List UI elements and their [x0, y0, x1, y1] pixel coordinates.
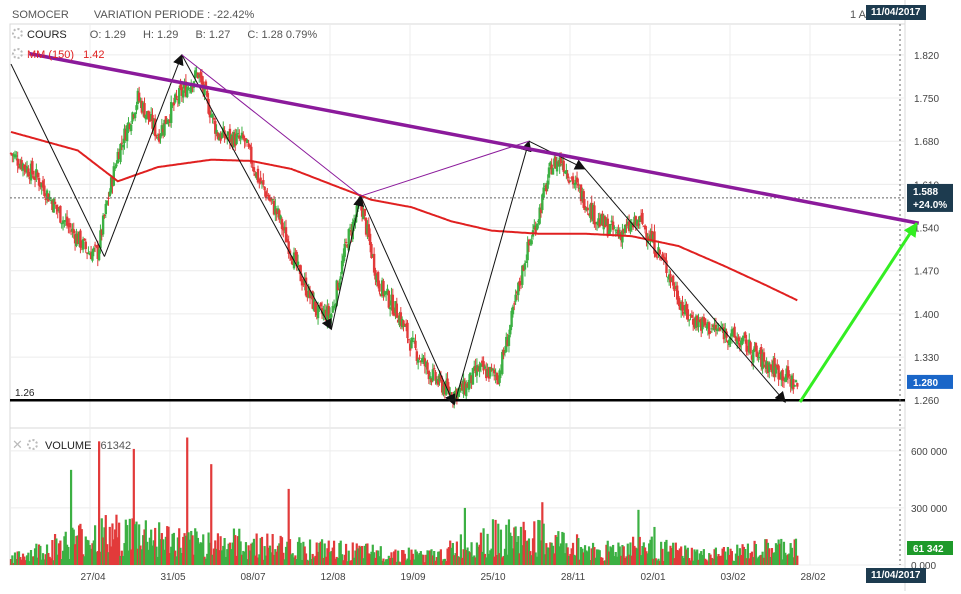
x-tick-label: 28/02 — [800, 572, 825, 583]
ohlc-open: O: 1.29 — [89, 29, 126, 41]
candle-body — [178, 88, 181, 104]
candle-body — [609, 223, 612, 232]
volume-group — [9, 437, 799, 565]
chart-header: SOMOCER VARIATION PERIODE : -22.42% — [12, 9, 254, 21]
candle-body — [793, 385, 796, 387]
candle-body — [418, 357, 421, 359]
candle-body — [432, 368, 436, 370]
candle-body — [796, 383, 799, 387]
zigzag-segment — [584, 168, 786, 403]
projection-badge-pct: +24.0% — [913, 200, 947, 211]
x-tick-label: 08/07 — [240, 572, 265, 583]
x-tick-label: 12/08 — [320, 572, 345, 583]
price-tick-label: 1.750 — [914, 94, 939, 105]
ohlc-low: B: 1.27 — [195, 29, 231, 41]
x-tick-label: 28/11 — [561, 572, 586, 583]
support-label: 1.26 — [15, 388, 35, 399]
volume-tick-label: 300 000 — [911, 504, 948, 515]
candle-body — [641, 212, 644, 224]
series-label: COURS — [27, 29, 67, 41]
price-tick-label: 1.470 — [914, 267, 939, 278]
volume-bar — [796, 555, 799, 565]
candle-body — [426, 362, 429, 370]
candle-body — [84, 241, 87, 250]
price-tick-label: 1.400 — [914, 310, 939, 321]
candle-body — [344, 241, 348, 243]
price-tick-label: 1.260 — [914, 396, 939, 407]
ohlc-close: C: 1.28 0.79% — [247, 29, 318, 41]
x-tick-label: 31/05 — [160, 572, 185, 583]
candle-body — [523, 263, 527, 270]
date-badge-bottom: 11/04/2017 — [866, 568, 926, 583]
price-tick-label: 1.540 — [914, 224, 939, 235]
helper-trend-line — [181, 54, 530, 197]
price-tick-label: 1.820 — [914, 51, 939, 62]
candle-body — [378, 283, 381, 292]
x-tick-label: 03/02 — [720, 572, 745, 583]
candle-body — [613, 227, 616, 229]
candle-body — [658, 249, 662, 255]
price-volume-chart: 1.8201.7501.6801.6101.5401.4701.4001.330… — [9, 0, 953, 591]
candle-body — [569, 180, 572, 182]
candle-body — [530, 240, 533, 245]
last-price-badge: 1.280 — [913, 378, 938, 389]
x-tick-label: 25/10 — [480, 572, 505, 583]
last-volume-badge: 61 342 — [913, 544, 944, 555]
price-tick-label: 1.680 — [914, 137, 939, 148]
candle-body — [263, 186, 266, 191]
variation-label: VARIATION PERIODE : -22.42% — [93, 9, 255, 21]
ma-line — [10, 130, 798, 302]
x-tick-label: 19/09 — [400, 572, 425, 583]
gear-icon[interactable] — [26, 439, 38, 450]
volume-bar — [210, 464, 213, 565]
candle-body — [562, 160, 565, 172]
candle-body — [414, 340, 417, 349]
candle-body — [262, 180, 265, 185]
x-tick-label: 02/01 — [640, 572, 665, 583]
gear-icon[interactable] — [12, 28, 23, 39]
symbol-label: SOMOCER — [12, 9, 69, 21]
projection-badge-value: 1.588 — [913, 187, 938, 198]
price-tick-label: 1.330 — [914, 353, 939, 364]
date-badge-top: 11/04/2017 — [866, 5, 926, 20]
candle-body — [363, 208, 366, 216]
close-icon[interactable]: ✕ — [12, 437, 23, 453]
volume-tick-label: 600 000 — [911, 447, 948, 458]
candle-body — [115, 164, 118, 167]
candle-body — [792, 379, 795, 390]
candle-body — [794, 380, 798, 383]
candle-body — [339, 276, 342, 280]
candle-body — [593, 205, 596, 225]
projection-arrow — [798, 222, 919, 403]
candle-body — [406, 322, 409, 339]
volume-value: 61342 — [100, 440, 132, 452]
candle-body — [551, 168, 555, 175]
candle-body — [407, 339, 411, 341]
candle-body — [330, 314, 333, 318]
price-legend: COURS O: 1.29 H: 1.29 B: 1.27 C: 1.28 0.… — [12, 28, 317, 41]
candle-body — [59, 205, 62, 223]
timeframe-label[interactable]: 1 A — [850, 9, 866, 21]
ohlc-high: H: 1.29 — [142, 29, 179, 41]
candle-body — [586, 207, 589, 211]
candle-body — [53, 201, 57, 204]
volume-bar — [98, 441, 101, 565]
candle-body — [788, 373, 791, 377]
volume-legend: ✕ VOLUME 61342 — [12, 437, 131, 453]
candle-body — [129, 124, 133, 132]
candle-body — [686, 309, 690, 320]
zigzag-segment — [330, 195, 364, 330]
ma-legend: MM (150) 1.42 — [12, 48, 105, 61]
ma-value: 1.42 — [83, 49, 105, 61]
volume-label: VOLUME — [44, 440, 92, 452]
candle-body — [749, 342, 752, 353]
ma-label: MM (150) — [27, 49, 75, 61]
chart-stage: 1.8201.7501.6801.6101.5401.4701.4001.330… — [0, 0, 961, 591]
candle-body — [733, 326, 736, 338]
x-tick-label: 27/04 — [80, 572, 105, 583]
gear-icon[interactable] — [12, 48, 23, 59]
